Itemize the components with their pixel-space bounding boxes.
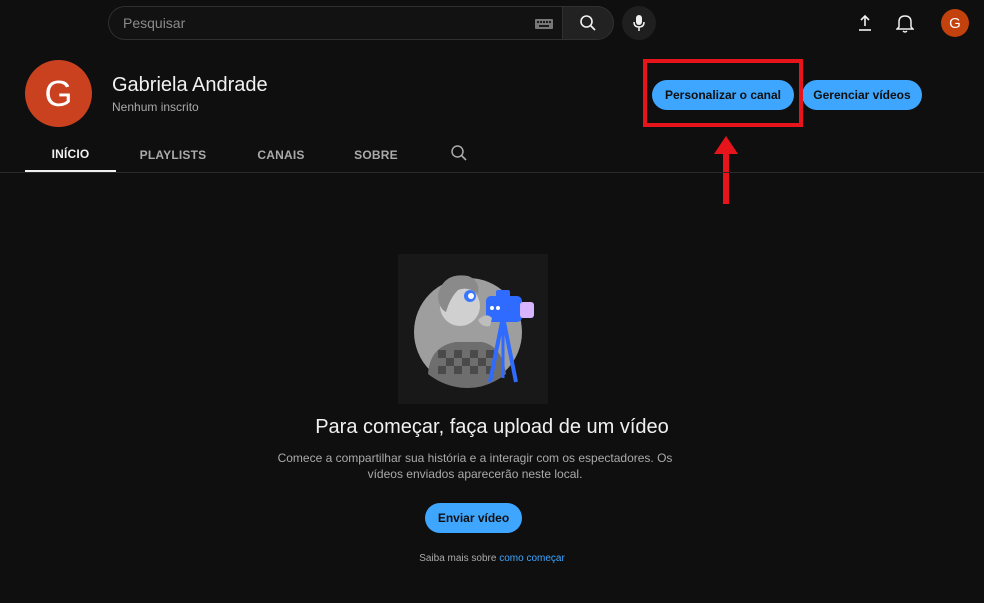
manage-videos-button[interactable]: Gerenciar vídeos — [802, 80, 922, 110]
tab-playlists[interactable]: PLAYLISTS — [130, 138, 216, 172]
voice-search-button[interactable] — [622, 6, 656, 40]
search-box — [108, 6, 562, 40]
upload-icon[interactable] — [854, 12, 876, 34]
annotation-highlight-box — [643, 59, 803, 127]
bell-icon[interactable] — [894, 12, 916, 34]
search-input[interactable] — [109, 7, 519, 39]
channel-name: Gabriela Andrade — [112, 74, 268, 96]
empty-state-description: Comece a compartilhar sua história e a i… — [277, 451, 673, 481]
learn-more-line: Saiba mais sobre como começar — [0, 553, 984, 564]
tab-canais[interactable]: CANAIS — [246, 138, 316, 172]
tab-inicio[interactable]: INÍCIO — [25, 138, 116, 172]
camera-operator-illustration — [398, 254, 548, 404]
account-avatar[interactable]: G — [941, 9, 969, 37]
channel-tabs: INÍCIO PLAYLISTS CANAIS SOBRE — [0, 138, 984, 173]
top-bar: G — [0, 0, 984, 46]
empty-state-title: Para começar, faça upload de um vídeo — [315, 416, 669, 438]
learn-more-link[interactable]: como começar — [499, 553, 565, 564]
channel-avatar: G — [25, 60, 92, 127]
search-icon — [580, 15, 596, 31]
search-icon[interactable] — [450, 144, 468, 162]
tab-sobre[interactable]: SOBRE — [344, 138, 408, 172]
upload-video-button[interactable]: Enviar vídeo — [425, 503, 522, 533]
search-button[interactable] — [562, 6, 614, 40]
keyboard-icon[interactable] — [534, 17, 554, 31]
learn-more-prefix: Saiba mais sobre — [419, 553, 497, 564]
mic-icon — [633, 15, 645, 31]
subscriber-count: Nenhum inscrito — [112, 100, 199, 114]
